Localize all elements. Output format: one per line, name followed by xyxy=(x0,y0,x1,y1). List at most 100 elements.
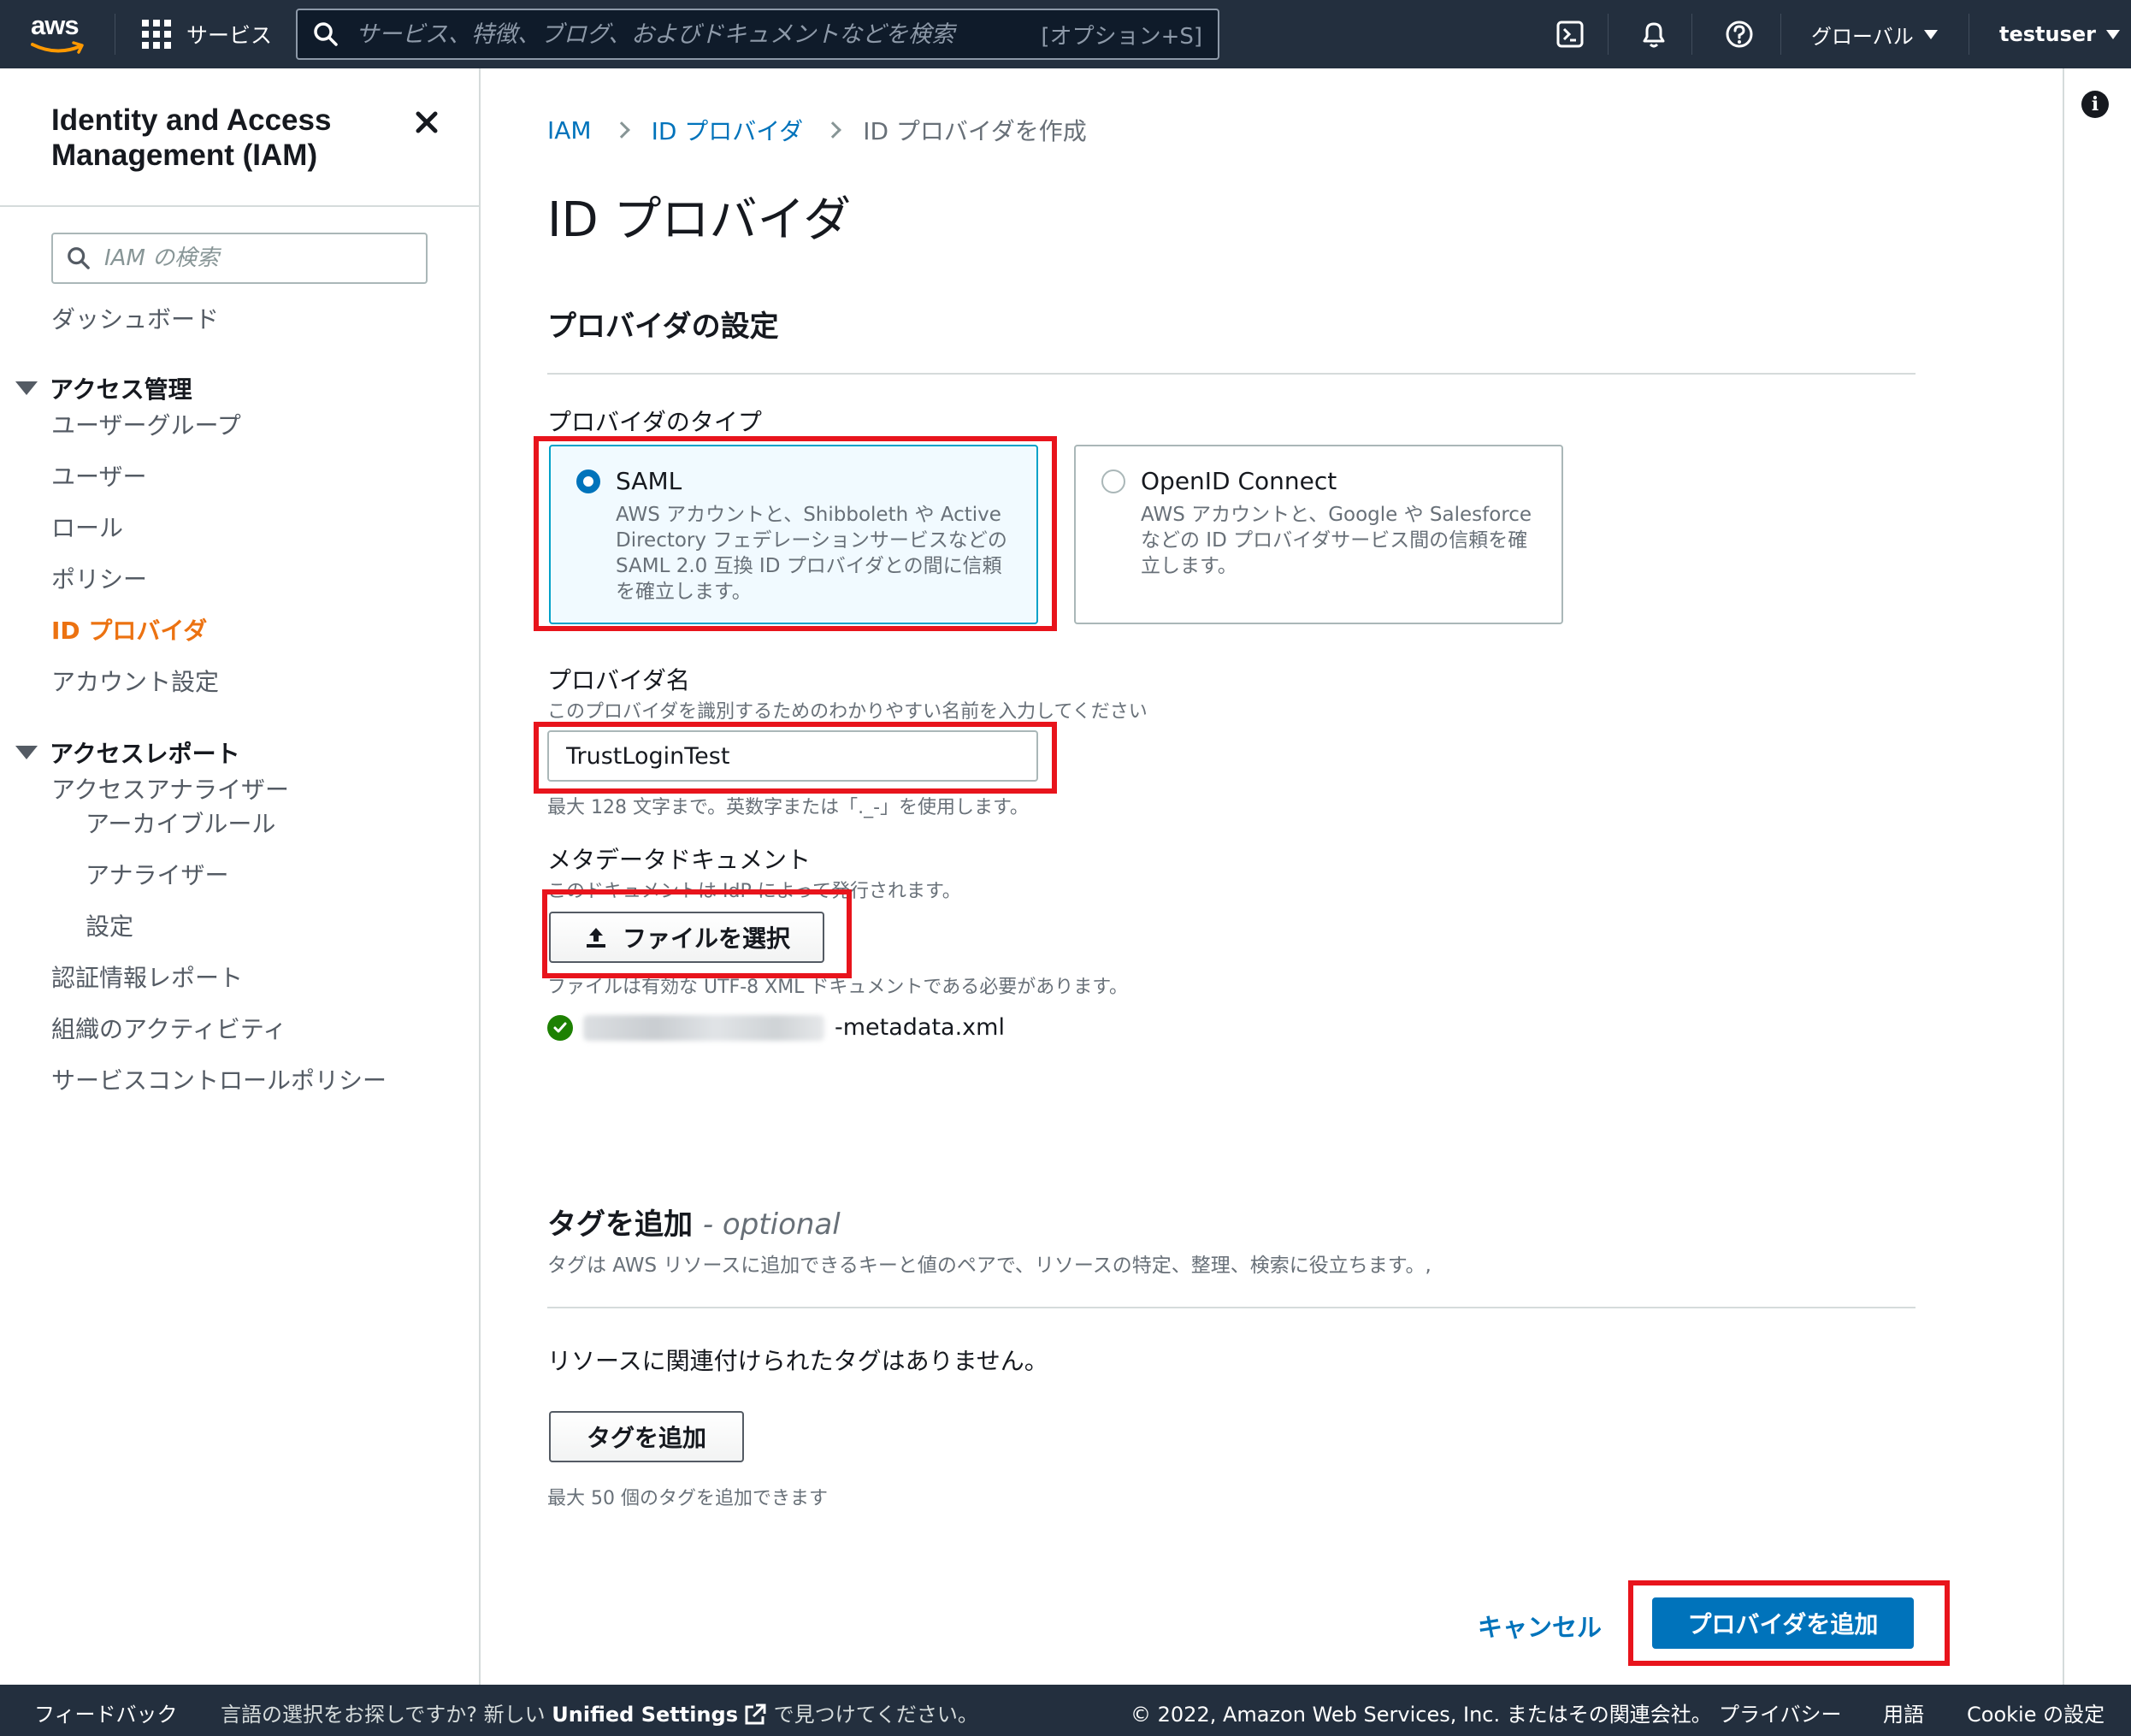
uploaded-file: -metadata.xml xyxy=(547,1014,1005,1041)
no-tags-message: リソースに関連付けられたタグはありません。 xyxy=(547,1347,1048,1375)
question-circle-icon xyxy=(1726,21,1753,48)
sidebar-item-roles[interactable]: ロール xyxy=(51,510,123,544)
provider-name-input[interactable] xyxy=(547,730,1038,782)
breadcrumb-current: ID プロバイダを作成 xyxy=(863,117,1087,145)
sidebar-item-users[interactable]: ユーザー xyxy=(51,458,146,493)
terminal-icon xyxy=(1556,21,1584,48)
help-button[interactable] xyxy=(1722,17,1756,51)
oidc-title: OpenID Connect xyxy=(1141,467,1337,495)
saml-description: AWS アカウントと、Shibboleth や Active Directory… xyxy=(616,504,1007,603)
iam-search-input[interactable] xyxy=(104,245,412,271)
language-notice: 言語の選択をお探しですか? 新しい Unified Settings で見つけて… xyxy=(221,1698,978,1727)
sidebar-item-identity-providers[interactable]: ID プロバイダ xyxy=(51,612,207,647)
triangle-down-icon xyxy=(15,746,38,759)
sidebar-item-access-analyzer[interactable]: アクセスアナライザー xyxy=(51,771,289,806)
breadcrumb: IAM ID プロバイダ ID プロバイダを作成 xyxy=(547,113,1087,147)
sidebar-item-user-groups[interactable]: ユーザーグループ xyxy=(51,407,241,441)
provider-name-label: プロバイダ名 xyxy=(547,666,690,694)
feedback-link[interactable]: フィードバック xyxy=(34,1698,178,1727)
aws-logo-text: aws xyxy=(31,10,80,40)
page-title: ID プロバイダ xyxy=(547,192,852,248)
sidebar-section-label: アクセス管理 xyxy=(50,375,192,404)
metadata-document-label: メタデータドキュメント xyxy=(547,846,812,874)
sidebar-item-account-settings[interactable]: アカウント設定 xyxy=(51,664,219,698)
tags-heading-label: タグを追加 xyxy=(547,1208,693,1242)
add-provider-button[interactable]: プロバイダを追加 xyxy=(1652,1597,1914,1649)
search-icon xyxy=(68,247,90,269)
chevron-right-icon xyxy=(612,121,630,139)
sidebar-section-access-management[interactable]: アクセス管理 xyxy=(15,371,192,405)
redacted-file-prefix xyxy=(583,1014,824,1041)
tags-description: タグは AWS リソースに追加できるキーと値のペアで、リソースの特定、整理、検索… xyxy=(547,1255,1431,1277)
search-shortcut-hint: [オプション+S] xyxy=(1041,23,1202,50)
account-menu[interactable]: testuser xyxy=(1999,17,2120,51)
sidebar-item-dashboard[interactable]: ダッシュボード xyxy=(51,301,219,335)
terms-link[interactable]: 用語 xyxy=(1883,1698,1924,1727)
sidebar-title: Identity and Access Management (IAM) xyxy=(51,103,332,172)
tags-limit-text: 最大 50 個のタグを追加できます xyxy=(547,1488,828,1509)
copyright-text: © 2022, Amazon Web Services, Inc. またはその関… xyxy=(1130,1703,1712,1727)
provider-name-constraint: 最大 128 文字まで。英数字または「._-」を使用します。 xyxy=(547,797,1029,818)
global-search-input[interactable] xyxy=(356,15,1042,53)
close-icon xyxy=(416,111,438,133)
user-name: testuser xyxy=(1999,22,2096,46)
sidebar-item-service-control-policies[interactable]: サービスコントロールポリシー xyxy=(51,1062,387,1096)
saml-title: SAML xyxy=(616,467,682,495)
info-icon[interactable]: i xyxy=(2081,91,2109,118)
topbar-divider xyxy=(1691,14,1692,55)
cancel-button[interactable]: キャンセル xyxy=(1478,1608,1602,1644)
oidc-radio[interactable] xyxy=(1101,469,1125,493)
sidebar-section-label: アクセスレポート xyxy=(50,740,240,768)
section-divider xyxy=(547,373,1916,375)
main-content: IAM ID プロバイダ ID プロバイダを作成 ID プロバイダ プロバイダの… xyxy=(481,68,2063,1685)
global-search[interactable]: [オプション+S] xyxy=(296,9,1219,60)
choose-file-label: ファイルを選択 xyxy=(622,924,790,953)
choose-file-button[interactable]: ファイルを選択 xyxy=(549,912,824,963)
sidebar-item-analyzer-settings[interactable]: 設定 xyxy=(86,908,133,942)
close-sidebar-button[interactable] xyxy=(412,108,441,137)
sidebar-section-access-reports[interactable]: アクセスレポート xyxy=(15,735,240,770)
unified-settings-label: Unified Settings xyxy=(552,1703,738,1727)
oidc-description: AWS アカウントと、Google や Salesforce などの ID プロ… xyxy=(1141,504,1532,577)
section-divider xyxy=(547,1307,1916,1308)
add-tags-heading: タグを追加 - optional xyxy=(547,1201,841,1243)
provider-type-saml-card[interactable]: SAML AWS アカウントと、Shibboleth や Active Dire… xyxy=(549,445,1038,624)
region-selector[interactable]: グローバル xyxy=(1811,17,1938,51)
sidebar-item-credential-report[interactable]: 認証情報レポート xyxy=(51,960,243,994)
services-label: サービス xyxy=(186,23,273,48)
notifications-button[interactable] xyxy=(1637,17,1671,51)
check-circle-icon xyxy=(547,1014,573,1041)
tags-optional-label: - optional xyxy=(702,1208,841,1242)
caret-down-icon xyxy=(2106,29,2120,39)
sidebar-item-organization-activity[interactable]: 組織のアクティビティ xyxy=(51,1011,286,1045)
grid-icon xyxy=(142,20,171,49)
saml-radio[interactable] xyxy=(576,469,600,493)
cloudshell-button[interactable] xyxy=(1553,17,1587,51)
add-tag-label: タグを追加 xyxy=(586,1424,706,1452)
help-panel-rail: i xyxy=(2063,68,2131,1685)
topbar-divider xyxy=(1780,14,1781,55)
provider-settings-heading: プロバイダの設定 xyxy=(547,310,779,344)
breadcrumb-identity-providers[interactable]: ID プロバイダ xyxy=(652,113,804,147)
breadcrumb-iam[interactable]: IAM xyxy=(547,116,592,145)
privacy-link[interactable]: プライバシー xyxy=(1719,1698,1842,1727)
footer: フィードバック 言語の選択をお探しですか? 新しい Unified Settin… xyxy=(0,1685,2131,1736)
upload-icon xyxy=(586,928,605,948)
bell-icon xyxy=(1643,22,1665,48)
sidebar-item-archive-rules[interactable]: アーカイブルール xyxy=(86,806,275,840)
unified-settings-link[interactable]: Unified Settings xyxy=(552,1703,767,1727)
cookie-preferences-link[interactable]: Cookie の設定 xyxy=(1967,1698,2104,1727)
provider-type-oidc-card[interactable]: OpenID Connect AWS アカウントと、Google や Sales… xyxy=(1074,445,1563,624)
sidebar-item-policies[interactable]: ポリシー xyxy=(51,561,147,595)
services-menu-button[interactable]: サービス xyxy=(142,17,272,51)
side-navigation: Identity and Access Management (IAM) ダッシ… xyxy=(0,68,481,1685)
search-icon xyxy=(314,22,338,46)
aws-logo[interactable]: aws xyxy=(31,10,91,60)
sidebar-item-analyzers[interactable]: アナライザー xyxy=(86,857,228,891)
topbar-divider xyxy=(1608,14,1609,55)
language-notice-prefix: 言語の選択をお探しですか? 新しい xyxy=(221,1703,546,1727)
metadata-document-description: このドキュメントは IdP によって発行されます。 xyxy=(547,881,961,902)
iam-search[interactable] xyxy=(51,233,428,284)
sidebar-divider xyxy=(0,205,479,207)
add-tag-button[interactable]: タグを追加 xyxy=(549,1411,744,1462)
